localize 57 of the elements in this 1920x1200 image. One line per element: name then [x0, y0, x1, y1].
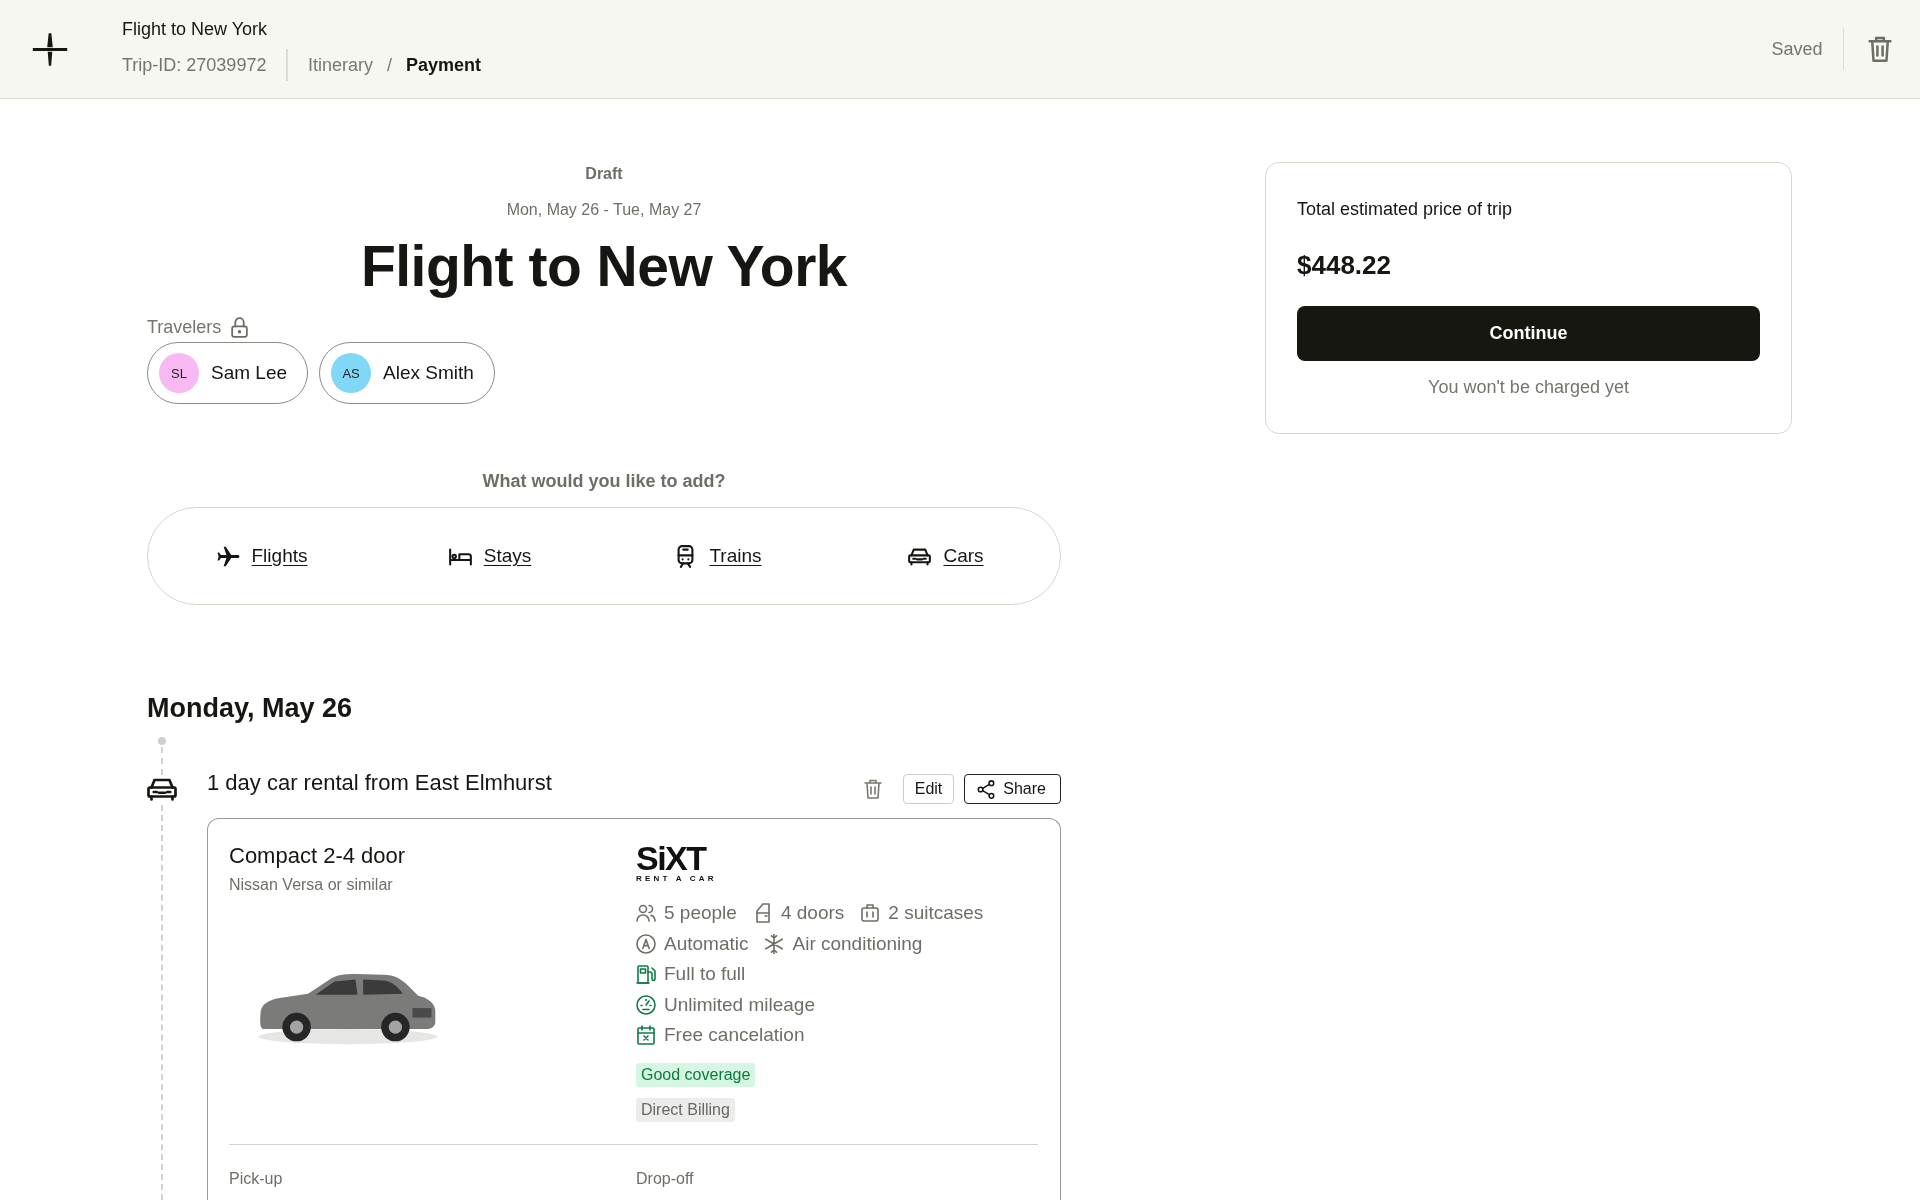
breadcrumb-separator: / [386, 54, 392, 77]
suitcase-icon [860, 903, 881, 924]
add-option-link[interactable]: Stays [448, 544, 532, 568]
feature-text: Free cancelation [664, 1024, 805, 1047]
letter-a-circle-icon [636, 933, 656, 954]
edit-button[interactable]: Edit [902, 774, 955, 804]
breadcrumb-link[interactable]: Itinerary [307, 53, 373, 77]
avatar: AS [331, 353, 372, 393]
vendor-logo: SiXT RENT A CAR [636, 842, 717, 884]
feature-text: 5 people [664, 902, 737, 925]
car-icon [147, 777, 177, 801]
share-button[interactable]: Share [964, 774, 1061, 804]
traveler-chip[interactable]: AS Alex Smith [319, 342, 495, 404]
trip-id: Trip-ID: 27039972 [122, 54, 267, 77]
trip-name: Flight to New York [122, 18, 269, 41]
coverage-tag: Good coverage [636, 1062, 756, 1087]
day-heading: Monday, May 26 [147, 692, 354, 725]
feature-text: Full to full [664, 963, 746, 986]
add-option-link[interactable]: Cars [908, 544, 984, 568]
trip-status: Draft [584, 164, 624, 184]
continue-button[interactable]: Continue [1297, 306, 1760, 361]
traveler-chip[interactable]: SL Sam Lee [147, 342, 309, 404]
billing-tag: Direct Billing [636, 1097, 735, 1122]
lock-icon [231, 316, 249, 338]
avatar: SL [159, 353, 199, 393]
logo-icon[interactable] [32, 32, 68, 66]
save-status: Saved [1771, 38, 1823, 60]
feature-text: 2 suitcases [888, 902, 984, 925]
trash-icon[interactable] [863, 779, 882, 799]
trash-icon[interactable] [1868, 36, 1892, 62]
breadcrumb-link[interactable]: Payment [405, 53, 481, 77]
total-price: $448.22 [1297, 249, 1392, 281]
car-class: Compact 2-4 door [229, 842, 407, 870]
timeline-dot-icon [158, 737, 166, 745]
add-option-link[interactable]: Flights [216, 544, 308, 568]
pickup-label: Pick-up [229, 1168, 284, 1189]
feature-text: 4 doors [780, 902, 845, 925]
charge-note: You won't be charged yet [1427, 376, 1630, 399]
share-icon [977, 779, 996, 799]
feature-text: Air conditioning [792, 932, 923, 955]
fuel-pump-icon [636, 964, 656, 985]
snowflake-icon [764, 933, 785, 954]
event-title: 1 day car rental from East Elmhurst [207, 769, 552, 797]
add-option-link[interactable]: Trains [674, 544, 762, 568]
feature-text: Unlimited mileage [664, 993, 815, 1016]
gauge-icon [636, 994, 656, 1015]
travelers-label: Travelers [147, 316, 222, 339]
people-icon [636, 903, 656, 924]
dropoff-label: Drop-off [636, 1168, 694, 1189]
price-label: Total estimated price of trip [1297, 198, 1514, 221]
feature-text: Automatic [664, 932, 749, 955]
trip-dates: Mon, May 26 - Tue, May 27 [505, 200, 703, 220]
airplane-icon [216, 544, 240, 568]
add-prompt: What would you like to add? [481, 470, 727, 493]
trip-title: Flight to New York [359, 234, 849, 298]
car-model: Nissan Versa or similar [229, 875, 394, 895]
calendar-x-icon [636, 1025, 656, 1046]
